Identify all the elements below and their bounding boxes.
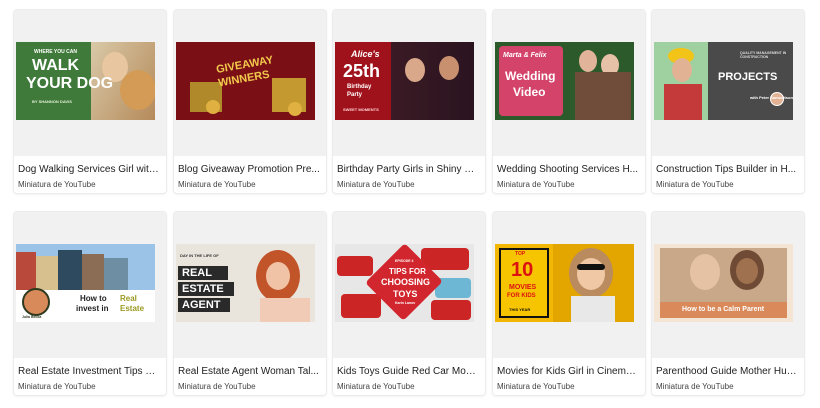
template-type: Miniatura de YouTube [178, 382, 256, 391]
template-title[interactable]: Construction Tips Builder in H... [656, 164, 798, 175]
card-preview: Julia Becka How to invest in Real Estate [14, 212, 166, 358]
template-title[interactable]: Dog Walking Services Girl with... [18, 164, 160, 175]
template-title[interactable]: Movies for Kids Girl in Cinema i... [497, 366, 639, 377]
template-title[interactable]: Parenthood Guide Mother Hug... [656, 366, 798, 377]
thumbnail-image: Alice's 25th Birthday Party SWEET MOMENT… [335, 42, 474, 120]
template-type: Miniatura de YouTube [497, 382, 575, 391]
card-preview: TOP 10 MOVIES FOR KIDS THIS YEAR [493, 212, 645, 358]
thumbnail-image: WHERE YOU CAN WALK YOUR DOG BY SHANNON D… [16, 42, 155, 120]
card-preview: Alice's 25th Birthday Party SWEET MOMENT… [333, 10, 485, 156]
thumbnail-image: QUALITY MANAGEMENT IN CONSTRUCTION PROJE… [654, 42, 793, 120]
template-type: Miniatura de YouTube [337, 180, 415, 189]
template-card[interactable]: TOP 10 MOVIES FOR KIDS THIS YEAR Movies … [493, 212, 645, 395]
template-card[interactable]: EPISODE 4 TIPS FOR CHOOSING TOYS Karin L… [333, 212, 485, 395]
template-card[interactable]: Marta & Felix Wedding Video Wedding Shoo… [493, 10, 645, 193]
thumbnail-image: TOP 10 MOVIES FOR KIDS THIS YEAR [495, 244, 634, 322]
template-type: Miniatura de YouTube [656, 382, 734, 391]
template-card[interactable]: Alice's 25th Birthday Party SWEET MOMENT… [333, 10, 485, 193]
thumbnail-image: Marta & Felix Wedding Video [495, 42, 634, 120]
thumbnail-image: DAY IN THE LIFE OF REAL ESTATE AGENT [176, 244, 315, 322]
template-card[interactable]: Julia Becka How to invest in Real Estate… [14, 212, 166, 395]
thumbnail-image: Julia Becka How to invest in Real Estate [16, 244, 155, 322]
template-card[interactable]: How to be a Calm Parent Parenthood Guide… [652, 212, 804, 395]
template-card[interactable]: DAY IN THE LIFE OF REAL ESTATE AGENT Rea… [174, 212, 326, 395]
thumbnail-image: GIVEAWAY WINNERS [176, 42, 315, 120]
thumbnail-image: EPISODE 4 TIPS FOR CHOOSING TOYS Karin L… [335, 244, 474, 322]
template-type: Miniatura de YouTube [18, 382, 96, 391]
template-card[interactable]: GIVEAWAY WINNERS Blog Giveaway Promotion… [174, 10, 326, 193]
template-title[interactable]: Kids Toys Guide Red Car Models [337, 366, 479, 377]
template-title[interactable]: Birthday Party Girls in Shiny D... [337, 164, 479, 175]
card-preview: EPISODE 4 TIPS FOR CHOOSING TOYS Karin L… [333, 212, 485, 358]
template-type: Miniatura de YouTube [497, 180, 575, 189]
template-card[interactable]: QUALITY MANAGEMENT IN CONSTRUCTION PROJE… [652, 10, 804, 193]
template-type: Miniatura de YouTube [656, 180, 734, 189]
card-preview: QUALITY MANAGEMENT IN CONSTRUCTION PROJE… [652, 10, 804, 156]
template-title[interactable]: Real Estate Investment Tips M... [18, 366, 160, 377]
template-grid: WHERE YOU CAN WALK YOUR DOG BY SHANNON D… [0, 0, 820, 408]
template-type: Miniatura de YouTube [337, 382, 415, 391]
template-title[interactable]: Wedding Shooting Services H... [497, 164, 639, 175]
card-preview: DAY IN THE LIFE OF REAL ESTATE AGENT [174, 212, 326, 358]
card-preview: WHERE YOU CAN WALK YOUR DOG BY SHANNON D… [14, 10, 166, 156]
template-card[interactable]: WHERE YOU CAN WALK YOUR DOG BY SHANNON D… [14, 10, 166, 193]
template-type: Miniatura de YouTube [178, 180, 256, 189]
card-preview: Marta & Felix Wedding Video [493, 10, 645, 156]
card-preview: How to be a Calm Parent [652, 212, 804, 358]
template-title[interactable]: Real Estate Agent Woman Tal... [178, 366, 320, 377]
card-preview: GIVEAWAY WINNERS [174, 10, 326, 156]
thumbnail-image: How to be a Calm Parent [654, 244, 793, 322]
template-type: Miniatura de YouTube [18, 180, 96, 189]
template-title[interactable]: Blog Giveaway Promotion Pre... [178, 164, 320, 175]
